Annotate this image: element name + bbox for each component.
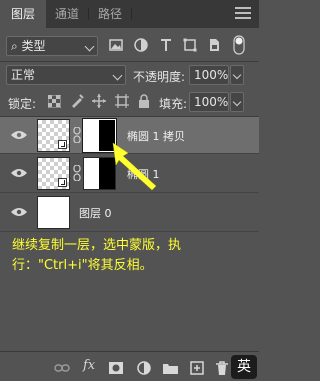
chevron-down-icon bbox=[84, 41, 95, 52]
opacity-slider-button[interactable] bbox=[230, 65, 244, 85]
filter-toggle-icon[interactable] bbox=[233, 35, 245, 55]
opacity-field[interactable]: 100% bbox=[189, 65, 229, 85]
layers-footer: fx bbox=[0, 351, 259, 381]
smart-object-filter-icon[interactable] bbox=[207, 38, 221, 52]
image-filter-icon[interactable] bbox=[109, 38, 123, 52]
chevron-down-icon bbox=[112, 70, 123, 81]
layer-row-background[interactable]: 图层 0 bbox=[0, 194, 259, 230]
fill-label: 填充: bbox=[159, 97, 188, 111]
layer-thumbnail[interactable] bbox=[37, 157, 70, 190]
tab-layers[interactable]: 图层 bbox=[0, 0, 46, 28]
link-layers-icon[interactable] bbox=[54, 361, 70, 375]
lock-artboard-icon[interactable] bbox=[115, 94, 129, 108]
lock-all-icon[interactable] bbox=[138, 94, 150, 108]
opacity-label: 不透明度: bbox=[133, 70, 186, 84]
fill-slider-button[interactable] bbox=[230, 92, 244, 112]
fill-field[interactable]: 100% bbox=[189, 92, 229, 112]
layer-thumbnail[interactable] bbox=[37, 119, 70, 152]
fx-icon[interactable]: fx bbox=[83, 358, 95, 373]
tab-channels[interactable]: 通道 bbox=[46, 0, 88, 28]
shape-layer-badge-icon bbox=[58, 178, 67, 187]
divider bbox=[0, 192, 259, 193]
panel-menu-icon[interactable] bbox=[235, 7, 251, 21]
filter-kind-dropdown[interactable]: ⌕ 类型 bbox=[6, 36, 98, 56]
filter-kind-label: ⌕ 类型 bbox=[11, 39, 46, 53]
blend-mode-dropdown[interactable]: 正常 bbox=[6, 65, 126, 85]
lock-position-icon[interactable] bbox=[92, 94, 106, 108]
add-mask-icon[interactable] bbox=[109, 361, 123, 375]
delete-icon[interactable] bbox=[215, 361, 229, 375]
mask-link-icon[interactable] bbox=[73, 127, 81, 143]
divider bbox=[0, 231, 259, 232]
type-filter-icon[interactable] bbox=[159, 38, 173, 52]
divider bbox=[0, 61, 259, 62]
visibility-eye-icon[interactable] bbox=[11, 207, 27, 217]
layer-thumbnail[interactable] bbox=[37, 196, 70, 229]
tab-paths[interactable]: 路径 bbox=[89, 0, 131, 28]
adjustment-layer-icon[interactable] bbox=[137, 361, 151, 375]
lock-transparent-pixels-icon[interactable] bbox=[48, 95, 61, 108]
shape-filter-icon[interactable] bbox=[183, 38, 197, 52]
adjustment-filter-icon[interactable] bbox=[134, 38, 148, 52]
annotation-arrow bbox=[112, 142, 157, 191]
tab-divider bbox=[131, 8, 132, 20]
ime-status-badge[interactable]: 英 bbox=[231, 355, 257, 379]
layers-panel: 图层 通道 路径 ⌕ 类型 正常 不透明度: 100% 锁定: 填充: 100%… bbox=[0, 0, 259, 381]
visibility-eye-icon[interactable] bbox=[11, 168, 27, 178]
layer-filter-row: ⌕ 类型 bbox=[0, 35, 259, 58]
shape-layer-badge-icon bbox=[58, 140, 67, 149]
tab-bar: 图层 通道 路径 bbox=[0, 0, 259, 28]
mask-link-icon[interactable] bbox=[73, 165, 81, 181]
lock-label: 锁定: bbox=[8, 97, 37, 111]
annotation-text: 继续复制一层，选中蒙版，执行："Ctrl+i"将其反相。 bbox=[12, 238, 182, 273]
layer-name[interactable]: 图层 0 bbox=[79, 205, 112, 221]
visibility-eye-icon[interactable] bbox=[11, 130, 27, 140]
lock-image-pixels-icon[interactable] bbox=[70, 94, 84, 108]
new-layer-icon[interactable] bbox=[190, 361, 204, 375]
new-group-icon[interactable] bbox=[163, 361, 178, 375]
blend-mode-label: 正常 bbox=[11, 68, 36, 82]
